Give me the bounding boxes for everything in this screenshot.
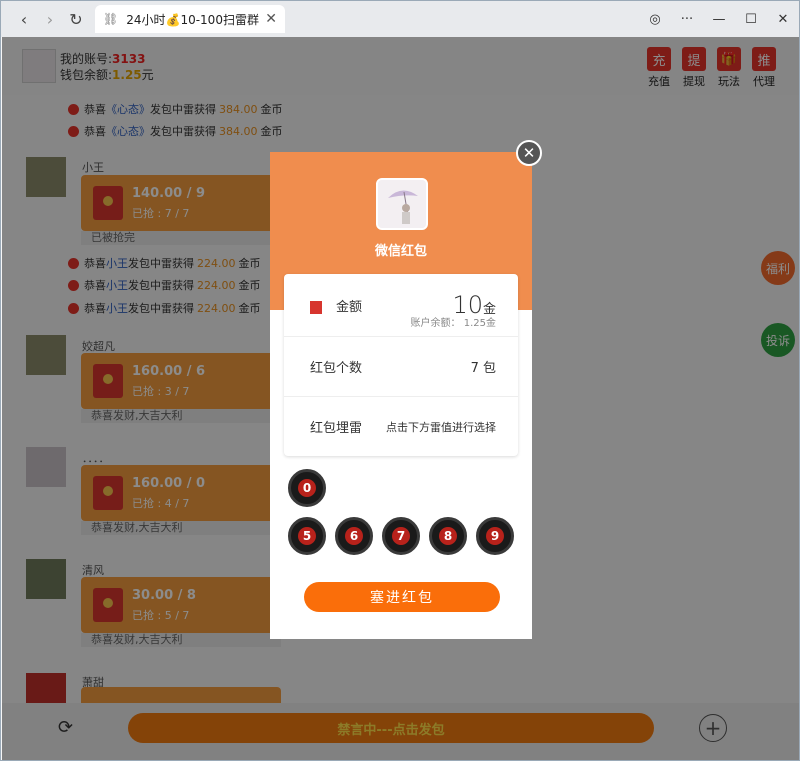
mine-digit: 7 — [392, 527, 410, 545]
maximize-button[interactable]: ☐ — [735, 12, 767, 27]
window-controls: ◎ ··· — ☐ ✕ — [639, 1, 799, 37]
mine-digit: 0 — [298, 479, 316, 497]
red-packet-modal: 微信红包 ✕ 金额 10金 账户余额： 1.25金 红包个数 7 包 红包埋雷 … — [270, 140, 542, 639]
mine-label: 红包埋雷 — [310, 421, 363, 436]
count-value[interactable]: 7 包 — [471, 357, 496, 376]
tab-close-icon[interactable]: ✕ — [265, 11, 277, 27]
forward-icon[interactable]: › — [37, 6, 63, 32]
account-balance: 账户余额： 1.25金 — [410, 318, 496, 329]
browser-window: ‹ › ↻ ⛓ 24小时💰10-100扫雷群 ✕ ◎ ··· — ☐ ✕ 我的账… — [0, 0, 800, 761]
submit-packet-button[interactable]: 塞进红包 — [304, 582, 500, 612]
reload-icon[interactable]: ↻ — [63, 6, 89, 32]
count-row[interactable]: 红包个数 7 包 — [284, 336, 518, 396]
browser-tab[interactable]: ⛓ 24小时💰10-100扫雷群 ✕ — [95, 5, 285, 33]
mine-digit: 5 — [298, 527, 316, 545]
packet-form: 金额 10金 账户余额： 1.25金 红包个数 7 包 红包埋雷 点击下方雷值进… — [284, 274, 518, 456]
count-label: 红包个数 — [310, 361, 363, 376]
more-icon[interactable]: ··· — [671, 12, 703, 27]
close-window-button[interactable]: ✕ — [767, 12, 799, 27]
modal-avatar — [376, 178, 428, 230]
mine-digit: 8 — [439, 527, 457, 545]
mine-option-8[interactable]: 8 — [429, 517, 467, 555]
back-icon[interactable]: ‹ — [11, 6, 37, 32]
mine-digit: 9 — [486, 527, 504, 545]
mine-option-9[interactable]: 9 — [476, 517, 514, 555]
minimize-button[interactable]: — — [703, 12, 735, 27]
app-viewport: 我的账号:3133 钱包余额:1.25元 充 充值 提 提现 🎁 玩法 推 代理 — [2, 37, 799, 760]
mine-digit: 6 — [345, 527, 363, 545]
mine-option-0[interactable]: 0 — [288, 469, 326, 507]
mine-option-7[interactable]: 7 — [382, 517, 420, 555]
mine-row: 红包埋雷 点击下方雷值进行选择 — [284, 396, 518, 456]
tab-title: 24小时💰10-100扫雷群 — [126, 12, 259, 27]
modal-title: 微信红包 — [374, 244, 427, 259]
mine-option-5[interactable]: 5 — [288, 517, 326, 555]
close-icon[interactable]: ✕ — [516, 140, 542, 166]
globe-icon[interactable]: ◎ — [639, 12, 671, 27]
mine-option-6[interactable]: 6 — [335, 517, 373, 555]
link-icon: ⛓ — [103, 12, 119, 26]
umbrella-avatar-icon — [378, 180, 426, 228]
red-envelope-icon — [310, 300, 322, 314]
browser-tabbar: ‹ › ↻ ⛓ 24小时💰10-100扫雷群 ✕ ◎ ··· — ☐ ✕ — [1, 1, 799, 37]
amount-label: 金额 — [336, 299, 363, 315]
amount-row[interactable]: 金额 10金 账户余额： 1.25金 — [284, 274, 518, 336]
mine-hint: 点击下方雷值进行选择 — [386, 420, 496, 434]
